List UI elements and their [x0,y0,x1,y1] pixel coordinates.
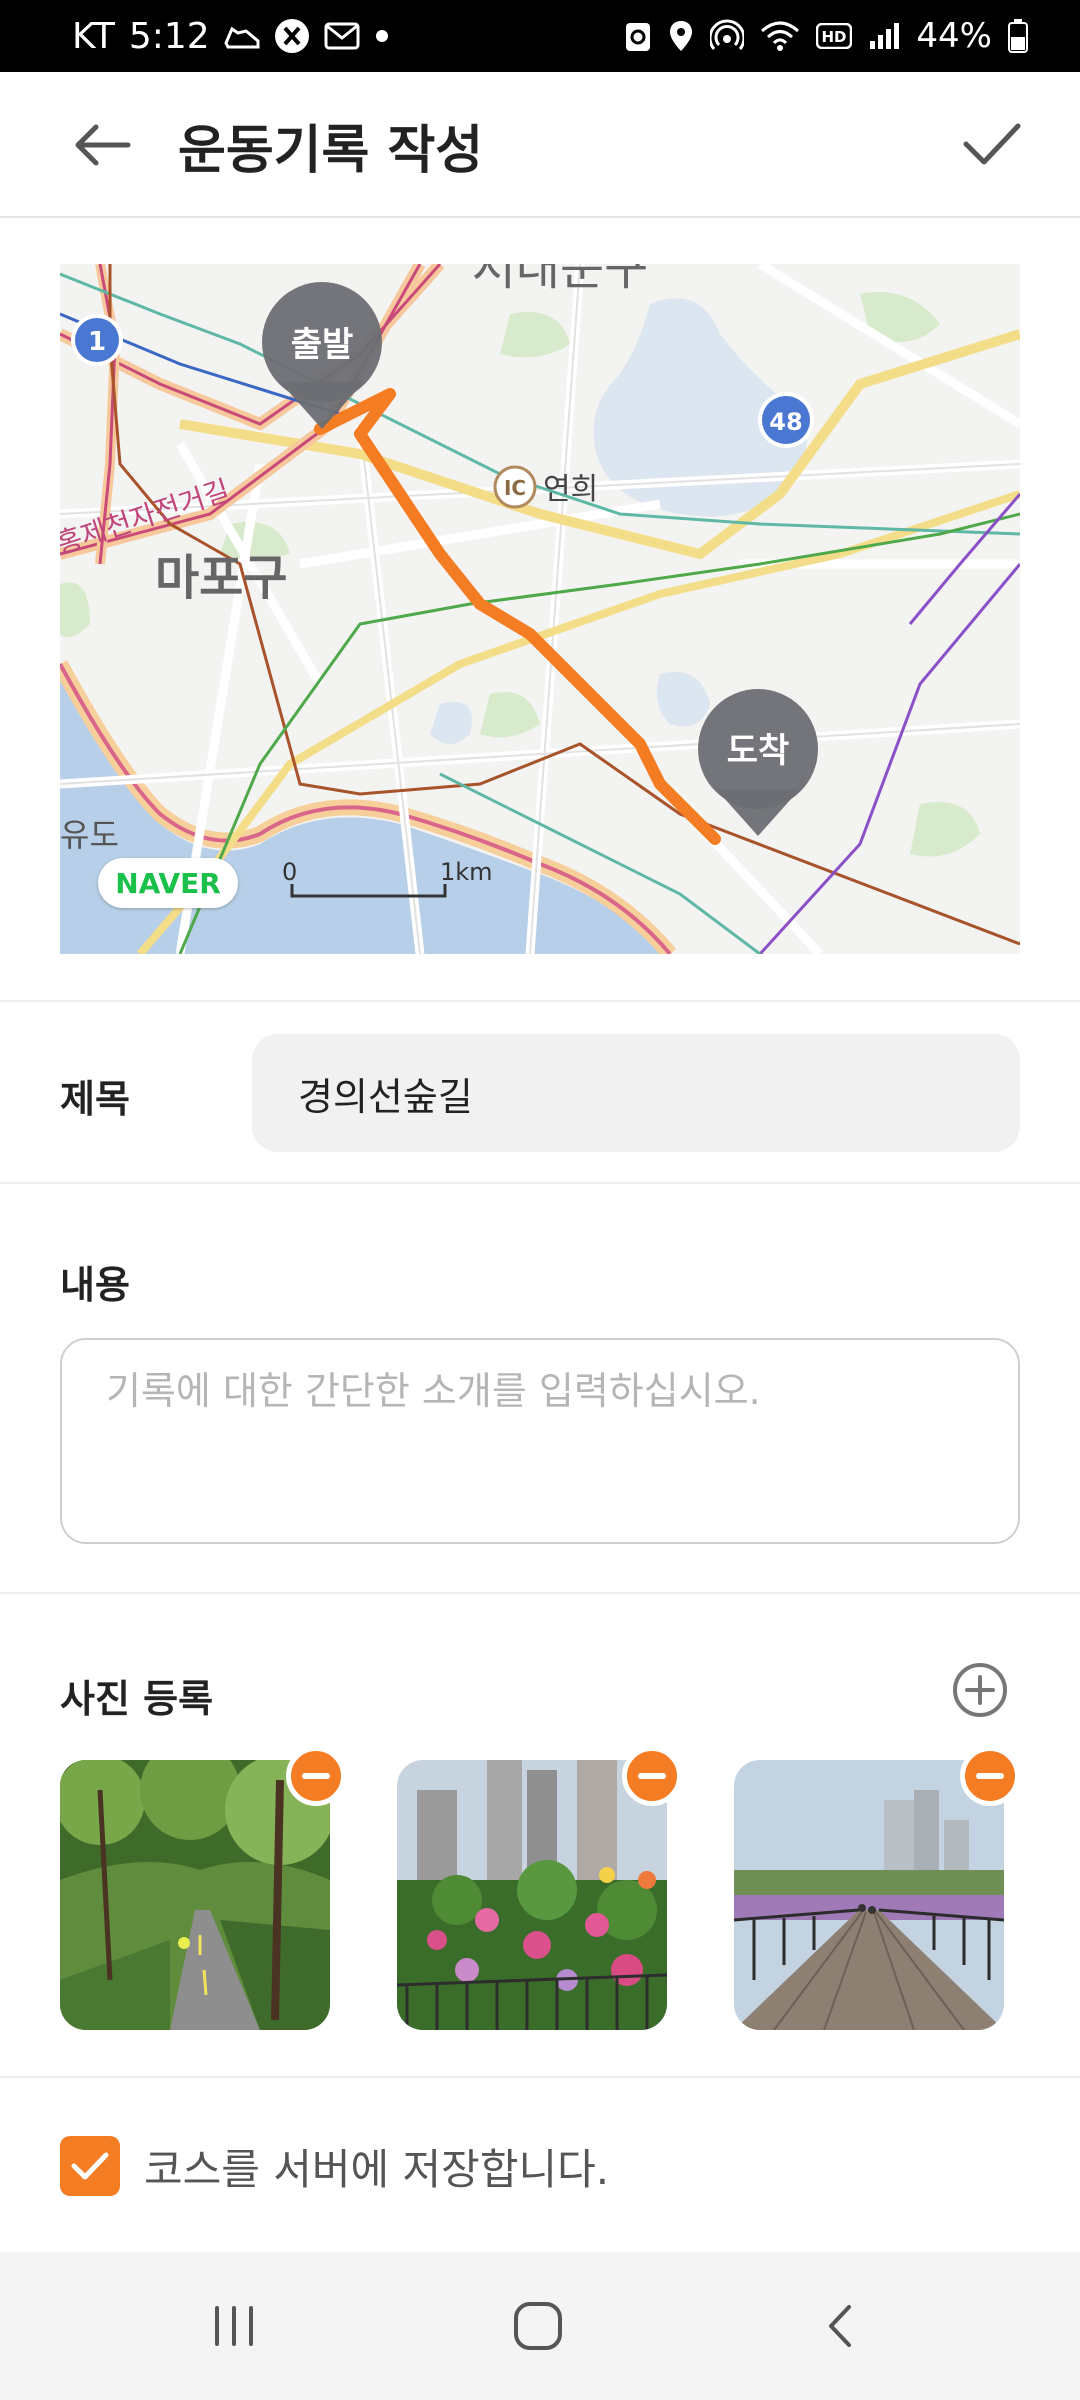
divider [0,1592,1080,1594]
save-course-checkbox[interactable] [60,2136,120,2196]
shoe-icon [224,21,260,51]
recent-apps-button[interactable] [174,2286,294,2366]
page-title: 운동기록 작성 [178,120,484,181]
minus-circle-icon [638,1773,666,1779]
recent-apps-icon [215,2306,253,2346]
ic-badge-text: IC [504,476,526,500]
checkmark-icon [71,2152,109,2180]
hotspot-icon [710,19,745,53]
back-icon [829,2305,851,2347]
remove-photo-button[interactable] [622,1746,682,1806]
remove-photo-button[interactable] [286,1746,346,1806]
bridge-photo[interactable] [734,1760,1004,2030]
add-photo-button[interactable] [950,1660,1010,1720]
system-nav-bar [0,2252,1080,2400]
back-button[interactable] [62,112,142,178]
map-canvas: 1 48 IC 연희 서대문구 마포구 홍제천자전거길 유도 0 1km 출발 [60,264,1020,954]
hd-icon: HD [816,23,853,49]
scale-start: 0 [282,858,297,886]
svg-text:HD: HD [822,28,847,46]
route-1-shield: 1 [71,314,123,366]
mail-icon [324,22,360,50]
confirm-button[interactable] [952,108,1032,180]
title-label: 제목 [60,1077,130,1121]
title-input[interactable]: 경의선숲길 [252,1034,1020,1152]
content-textarea[interactable]: 기록에 대한 간단한 소개를 입력하십시오. [60,1338,1020,1544]
minus-circle-icon [302,1773,330,1779]
route-48-label: 48 [769,408,802,436]
home-icon [514,2302,562,2350]
ic-name: 연희 [543,472,598,507]
carrier-label: KT [72,15,115,57]
scale-end: 1km [440,858,493,886]
ic-marker: IC 연희 [493,465,598,509]
content-label: 내용 [60,1263,130,1307]
recycle-icon [624,19,652,53]
system-back-button[interactable] [780,2286,900,2366]
route-48-shield: 48 [758,392,814,448]
route-map[interactable]: 1 48 IC 연희 서대문구 마포구 홍제천자전거길 유도 0 1km 출발 [60,264,1020,954]
status-bar: KT 5:12 HD 44% [0,0,1080,72]
signal-icon [868,21,900,51]
minus-circle-icon [976,1773,1004,1779]
district-top-label: 서대문구 [472,264,649,296]
flowers-photo[interactable] [397,1760,667,2030]
location-icon [668,19,694,53]
app-bar: 운동기록 작성 [0,72,1080,218]
left-area-label: 유도 [60,816,119,854]
divider [0,1182,1080,1184]
divider [0,1000,1080,1002]
route-1-label: 1 [88,327,106,357]
plus-circle-icon [953,1663,1007,1717]
home-button[interactable] [478,2286,598,2366]
checkmark-icon [963,123,1021,165]
district-label: 마포구 [155,550,287,606]
dot-icon [374,28,390,44]
start-marker-label: 출발 [291,325,354,365]
x-app-icon [274,18,310,54]
divider [0,2076,1080,2078]
end-marker-label: 도착 [727,731,790,771]
battery-percent: 44% [916,16,992,56]
wifi-icon [760,21,800,51]
save-course-label[interactable]: 코스를 서버에 저장합니다. [144,2136,609,2196]
battery-icon [1008,19,1028,53]
photo-section-label: 사진 등록 [60,1677,214,1721]
arrow-left-icon [75,124,131,166]
tree-path-photo[interactable] [60,1760,330,2030]
remove-photo-button[interactable] [960,1746,1020,1806]
naver-logo: NAVER [98,858,238,908]
clock: 5:12 [128,15,210,57]
